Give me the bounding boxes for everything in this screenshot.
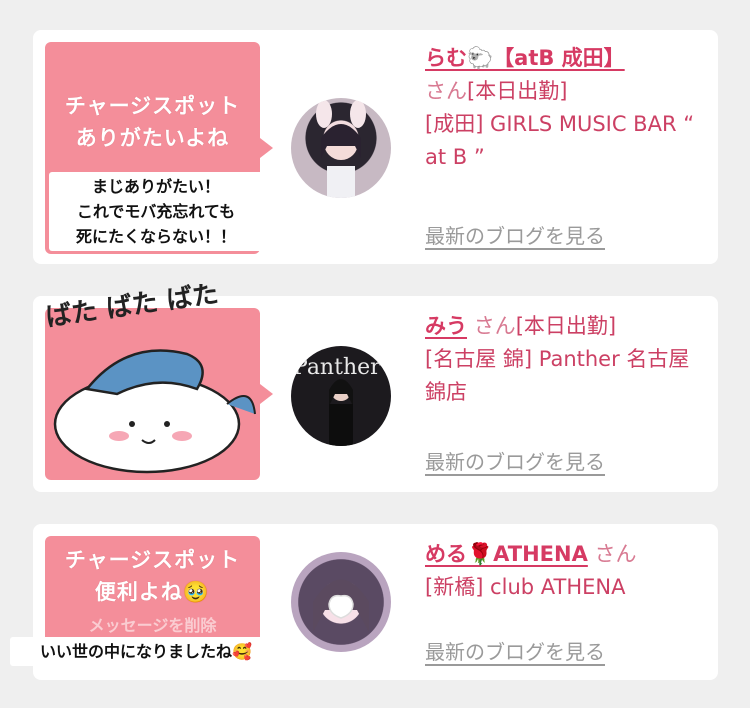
- girl-info: める🌹ATHENA さん [新橋] club ATHENA: [425, 538, 705, 604]
- svg-text:Panther: Panther: [293, 355, 381, 380]
- overlay-line3: 死にたくならない！！: [75, 227, 236, 246]
- honorific: さん: [425, 79, 467, 103]
- latest-blog-link[interactable]: 最新のブログを見る: [425, 446, 605, 475]
- avatar[interactable]: Panther: [291, 346, 391, 446]
- girl-info: みう さん[本日出勤] [名古屋 錦] Panther 名古屋錦店: [425, 310, 705, 409]
- hachiware-character-sticker: ばた ばた ばた: [44, 284, 256, 474]
- girl-card-meru[interactable]: チャージスポット 便利よね🥹 メッセージを削除 いい世の中になりましたね🥰 める…: [10, 524, 718, 680]
- avatar[interactable]: [291, 552, 391, 652]
- bubble-title-line1: チャージスポット: [64, 94, 241, 118]
- honorific: さん: [594, 542, 637, 566]
- latest-blog-link[interactable]: 最新のブログを見る: [425, 636, 605, 665]
- honorific: さん: [473, 314, 516, 338]
- girl-name-link[interactable]: らむ🐑【atB 成田】: [425, 46, 625, 70]
- girl-name-link[interactable]: みう: [425, 314, 467, 338]
- sticker-text: ばた ばた ばた: [44, 284, 221, 333]
- shop-name: [成田] GIRLS MUSIC BAR “ at B ”: [425, 112, 695, 169]
- overlay-line1: いい世の中になりましたね🥰: [40, 642, 252, 661]
- avatar-portrait: [313, 579, 369, 632]
- avatar-portrait: [316, 100, 366, 198]
- message-overlay: まじありがたい！ これでモバ充忘れても 死にたくならない！！: [49, 172, 263, 251]
- message-overlay: いい世の中になりましたね🥰: [10, 637, 282, 666]
- girl-info: らむ🐑【atB 成田】 さん[本日出勤] [成田] GIRLS MUSIC BA…: [425, 42, 705, 174]
- bubble-title-line1: チャージスポット: [64, 548, 241, 572]
- bubble-title-line2: ありがたいよね: [75, 126, 230, 150]
- girl-card-miu[interactable]: ばた ばた ばた Panther みう さん[本日出勤] [名古屋 錦] Pan…: [33, 284, 718, 492]
- bubble-hidden-text: メッセージを削除: [88, 616, 217, 635]
- avatar[interactable]: [291, 98, 391, 198]
- girl-card-ramu[interactable]: チャージスポット ありがたいよね まじありがたい！ これでモバ充忘れても 死にた…: [33, 30, 718, 264]
- shop-name: [新橋] club ATHENA: [425, 575, 626, 599]
- work-status: [本日出勤]: [467, 79, 568, 103]
- latest-blog-link[interactable]: 最新のブログを見る: [425, 220, 605, 249]
- shop-name: [名古屋 錦] Panther 名古屋錦店: [425, 347, 690, 404]
- overlay-line1: まじありがたい！: [91, 177, 220, 196]
- work-status: [本日出勤]: [515, 314, 617, 338]
- avatar-portrait: Panther: [293, 355, 381, 446]
- girl-name-link[interactable]: める🌹ATHENA: [425, 542, 588, 566]
- bubble-title-line2: 便利よね🥹: [94, 580, 211, 604]
- overlay-line2: これでモバ充忘れても: [76, 202, 236, 221]
